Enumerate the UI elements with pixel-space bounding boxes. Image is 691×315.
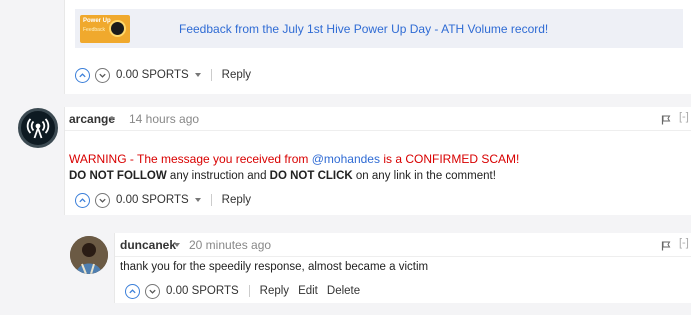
timestamp[interactable]: 14 hours ago [129, 112, 199, 126]
reply-actions: 0.00 SPORTS Reply Edit Delete [125, 281, 369, 301]
plain-text: any instruction and [166, 170, 270, 182]
link-thumbnail: Power Up Feedback [80, 15, 130, 43]
downvote-icon[interactable] [95, 67, 110, 83]
hive-logo-icon [109, 20, 126, 37]
reply-header: duncanek 20 minutes ago [-] [115, 233, 691, 257]
warning-prefix: WARNING - The message you received from [69, 152, 312, 166]
divider [210, 194, 212, 206]
flag-icon[interactable] [661, 241, 671, 251]
bold-text: DO NOT FOLLOW [69, 170, 167, 182]
plain-text: on any link in the comment! [352, 170, 496, 182]
user-mention-link[interactable]: @mohandes [312, 152, 380, 166]
warning-message: WARNING - The message you received from … [69, 152, 519, 166]
upvote-icon[interactable] [75, 192, 90, 208]
author-menu-icon[interactable] [109, 117, 115, 121]
upvote-icon[interactable] [125, 283, 140, 299]
reply-link[interactable]: Reply [222, 194, 251, 206]
avatar[interactable] [18, 108, 58, 148]
downvote-icon[interactable] [145, 283, 160, 299]
collapse-toggle[interactable]: [-] [679, 111, 689, 123]
upvote-icon[interactable] [75, 67, 90, 83]
edit-link[interactable]: Edit [298, 285, 318, 297]
reply-link[interactable]: Reply [222, 69, 251, 81]
payout-value[interactable]: 0.00 SPORTS [116, 69, 189, 81]
thumbnail-title: Power Up [83, 18, 111, 24]
payout-dropdown-icon[interactable] [194, 73, 201, 77]
comment-card: arcange 14 hours ago [-] WARNING - The m… [64, 107, 691, 215]
divider [210, 69, 212, 81]
warning-suffix: is a CONFIRMED SCAM! [379, 152, 520, 166]
bold-text: DO NOT CLICK [269, 170, 353, 182]
payout-value[interactable]: 0.00 SPORTS [166, 285, 239, 297]
avatar[interactable] [70, 236, 108, 274]
previous-comment-card: Power Up Feedback Feedback from the July… [64, 0, 691, 94]
downvote-icon[interactable] [95, 192, 110, 208]
reply-link[interactable]: Reply [260, 285, 289, 297]
thumbnail-subtitle: Feedback [83, 27, 105, 33]
reply-body: thank you for the speedily response, alm… [120, 261, 429, 273]
collapse-toggle[interactable]: [-] [679, 237, 689, 249]
delete-link[interactable]: Delete [327, 285, 360, 297]
previous-comment-actions: 0.00 SPORTS Reply [75, 65, 260, 85]
timestamp[interactable]: 20 minutes ago [189, 238, 271, 252]
payout-dropdown-icon[interactable] [194, 198, 201, 202]
divider [248, 285, 250, 297]
link-preview[interactable]: Power Up Feedback Feedback from the July… [75, 9, 683, 48]
user-photo [70, 236, 108, 274]
author-name[interactable]: duncanek [120, 238, 176, 252]
payout-value[interactable]: 0.00 SPORTS [116, 194, 189, 206]
comment-actions: 0.00 SPORTS Reply [75, 190, 260, 210]
author-menu-icon[interactable] [174, 243, 180, 247]
comment-header: arcange 14 hours ago [-] [65, 107, 691, 131]
instruction-message: DO NOT FOLLOW any instruction and DO NOT… [69, 170, 496, 182]
flag-icon[interactable] [661, 115, 671, 125]
reply-card: duncanek 20 minutes ago [-] thank you fo… [114, 233, 691, 303]
broadcast-icon [26, 118, 50, 139]
link-title[interactable]: Feedback from the July 1st Hive Power Up… [179, 22, 548, 36]
comment-thread: Power Up Feedback Feedback from the July… [0, 0, 691, 315]
